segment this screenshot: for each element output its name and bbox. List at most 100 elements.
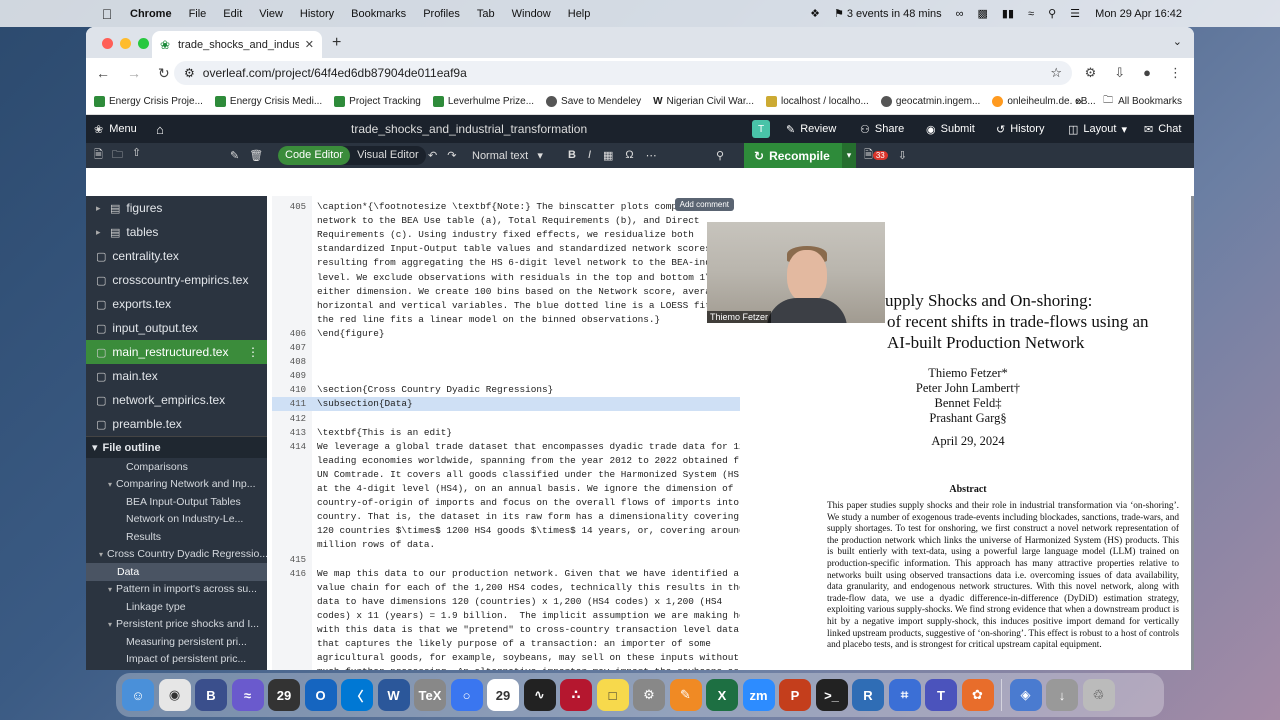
- rename-icon[interactable]: ✎: [230, 149, 239, 162]
- code-line[interactable]: resulting from aggregating the HS 6-digi…: [272, 256, 740, 270]
- url-field[interactable]: ⚙ overleaf.com/project/64f4ed6db87904de0…: [174, 61, 1072, 85]
- layout-button[interactable]: ◫ Layout ▾: [1068, 123, 1127, 136]
- dock-signal-icon[interactable]: ○: [450, 679, 483, 711]
- bookmark-item[interactable]: Energy Crisis Medi...: [214, 95, 322, 107]
- dock-powerpoint-icon[interactable]: P: [779, 679, 811, 711]
- kebab-menu-icon[interactable]: ⋮: [247, 345, 259, 359]
- dock-preview-icon[interactable]: ◈: [1009, 679, 1042, 711]
- dock-outlook-icon[interactable]: O: [304, 679, 337, 711]
- code-line[interactable]: 414 We leverage a global trade dataset th…: [272, 440, 740, 454]
- new-file-icon[interactable]: 🗎: [94, 146, 103, 165]
- news-icon[interactable]: ▩: [978, 7, 988, 20]
- dock-finder-icon[interactable]: ☺: [122, 679, 154, 711]
- recompile-options-chevron-icon[interactable]: ▾: [842, 143, 856, 168]
- link-icon[interactable]: ∞: [956, 8, 964, 20]
- dock-calendar-29-icon[interactable]: 29: [487, 679, 519, 711]
- chevron-down-icon[interactable]: ▾: [99, 550, 103, 559]
- code-line[interactable]: 408: [272, 355, 740, 369]
- file-item[interactable]: ▢ centrality.tex: [86, 244, 267, 268]
- outline-item[interactable]: Measuring persistent pri...: [86, 633, 267, 651]
- insert-figure-icon[interactable]: ▦: [603, 149, 613, 162]
- battery-icon[interactable]: ▮▮: [1002, 7, 1014, 20]
- file-item[interactable]: ▢ network_empirics.tex: [86, 388, 267, 412]
- delete-icon[interactable]: 🗑: [249, 149, 263, 162]
- dock-r-icon[interactable]: R: [852, 679, 884, 711]
- extensions-icon[interactable]: ⚙: [1085, 65, 1097, 81]
- outline-item[interactable]: ▾ Comparing Network and Inp...: [86, 476, 267, 494]
- menu-profiles[interactable]: Profiles: [423, 8, 460, 20]
- reload-icon[interactable]: ↻: [158, 65, 170, 82]
- bookmark-star-icon[interactable]: ☆: [1050, 65, 1062, 81]
- dock-notes-icon[interactable]: □: [596, 679, 629, 711]
- dock-calendar-icon[interactable]: 29: [268, 679, 300, 711]
- folder-item[interactable]: ▸ ▤ figures: [86, 196, 267, 220]
- code-line[interactable]: 416 We map this data to our production ne…: [272, 567, 740, 581]
- bookmark-item[interactable]: W Nigerian Civil War...: [653, 96, 754, 107]
- download-pdf-icon[interactable]: ⇩: [898, 149, 907, 162]
- dock-activity-icon[interactable]: ∿: [523, 679, 556, 711]
- code-line[interactable]: value chain for each of the 1,200 HS4 co…: [272, 581, 740, 595]
- dock-tex-icon[interactable]: TeX: [414, 679, 446, 711]
- outline-item[interactable]: ▾Data \& Measurement: [86, 668, 267, 670]
- code-line[interactable]: level. We exclude observations with resi…: [272, 271, 740, 285]
- code-line[interactable]: 406 \end{figure}: [272, 327, 740, 341]
- new-folder-icon[interactable]: 🗀: [112, 146, 123, 165]
- outline-item[interactable]: Impact of persistent pric...: [86, 651, 267, 669]
- dock-downloads-icon[interactable]: ↓: [1046, 679, 1078, 711]
- code-line[interactable]: country. That is, the dataset in its raw…: [272, 510, 740, 524]
- code-line[interactable]: codes) x 11 (years) = 1.9 billion. The i…: [272, 609, 740, 623]
- tab-search-chevron-icon[interactable]: ⌄: [1173, 35, 1182, 48]
- calendar-events-icon[interactable]: ⚑ 3 events in 48 mins: [834, 7, 942, 20]
- code-line[interactable]: with this data is that we "pretend" to c…: [272, 623, 740, 637]
- dock-terminal-icon[interactable]: >_: [815, 679, 848, 711]
- dock-bbedit-icon[interactable]: B: [195, 679, 227, 711]
- bookmark-item[interactable]: Project Tracking: [334, 95, 421, 107]
- chevron-down-icon[interactable]: ▾: [108, 585, 112, 594]
- code-editor-toggle[interactable]: Code Editor: [278, 146, 351, 165]
- more-bookmarks-icon[interactable]: »: [1075, 94, 1082, 108]
- outline-item[interactable]: Network on Industry-Le...: [86, 511, 267, 529]
- file-outline-header[interactable]: ▾ File outline: [86, 436, 267, 458]
- dock-mendeley-icon[interactable]: ∴: [560, 679, 592, 711]
- code-line[interactable]: much further processing. An alternative …: [272, 665, 740, 670]
- chat-button[interactable]: ✉ Chat: [1144, 123, 1181, 136]
- code-line[interactable]: either dimension. We create 100 bins bas…: [272, 285, 740, 299]
- code-line[interactable]: 415: [272, 553, 740, 567]
- forward-arrow-icon[interactable]: →: [127, 65, 141, 82]
- browser-tab-active[interactable]: ❀ trade_shocks_and_industrial ✕: [152, 31, 322, 58]
- undo-icon[interactable]: ↶: [428, 149, 437, 162]
- insert-math-icon[interactable]: Ω: [625, 149, 633, 162]
- history-button[interactable]: ↺ History: [996, 123, 1044, 136]
- menu-button[interactable]: ❀ Menu: [94, 123, 137, 136]
- dock-chrome-icon[interactable]: ◉: [158, 679, 191, 711]
- file-item[interactable]: ▢ exports.tex: [86, 292, 267, 316]
- upload-icon[interactable]: ⇧: [132, 146, 141, 165]
- bookmark-item[interactable]: geocatmin.ingem...: [880, 95, 980, 107]
- profile-avatar[interactable]: ●: [1143, 65, 1151, 81]
- search-icon[interactable]: ⚲: [716, 149, 724, 162]
- home-icon[interactable]: ⌂: [156, 122, 164, 137]
- file-item[interactable]: ▢ input_output.tex: [86, 316, 267, 340]
- back-arrow-icon[interactable]: ←: [96, 65, 110, 82]
- outline-item[interactable]: ▾ Persistent price shocks and I...: [86, 616, 267, 634]
- outline-item[interactable]: Comparisons: [86, 458, 267, 476]
- close-tab-icon[interactable]: ✕: [305, 38, 314, 51]
- chevron-down-icon[interactable]: ▾: [108, 620, 112, 629]
- site-info-icon[interactable]: ⚙: [184, 66, 195, 80]
- file-item[interactable]: ▢ preamble.tex: [86, 412, 267, 436]
- outline-item[interactable]: ▾ Cross Country Dyadic Regressio...: [86, 546, 267, 564]
- folder-item[interactable]: ▸ ▤ tables: [86, 220, 267, 244]
- menu-help[interactable]: Help: [568, 8, 591, 20]
- code-line[interactable]: that captures the likely purpose of a tr…: [272, 637, 740, 651]
- code-line[interactable]: leading economies worldwide, spanning fr…: [272, 454, 740, 468]
- apple-icon[interactable]: : [100, 6, 114, 22]
- submit-button[interactable]: ◉ Submit: [926, 123, 975, 136]
- file-item[interactable]: ▢ main.tex: [86, 364, 267, 388]
- code-line[interactable]: 405 \caption*{\footnotesize \textbf{Note:…: [272, 200, 740, 214]
- file-item[interactable]: ▢ main_restructured.tex ⋮: [86, 340, 267, 364]
- new-tab-button[interactable]: +: [332, 34, 341, 52]
- bookmark-item[interactable]: Leverhulme Prize...: [432, 95, 534, 107]
- visual-editor-toggle[interactable]: Visual Editor: [350, 146, 426, 165]
- dock-teams-icon[interactable]: T: [925, 679, 957, 711]
- code-line[interactable]: Requirements (c). Using industry fixed e…: [272, 228, 740, 242]
